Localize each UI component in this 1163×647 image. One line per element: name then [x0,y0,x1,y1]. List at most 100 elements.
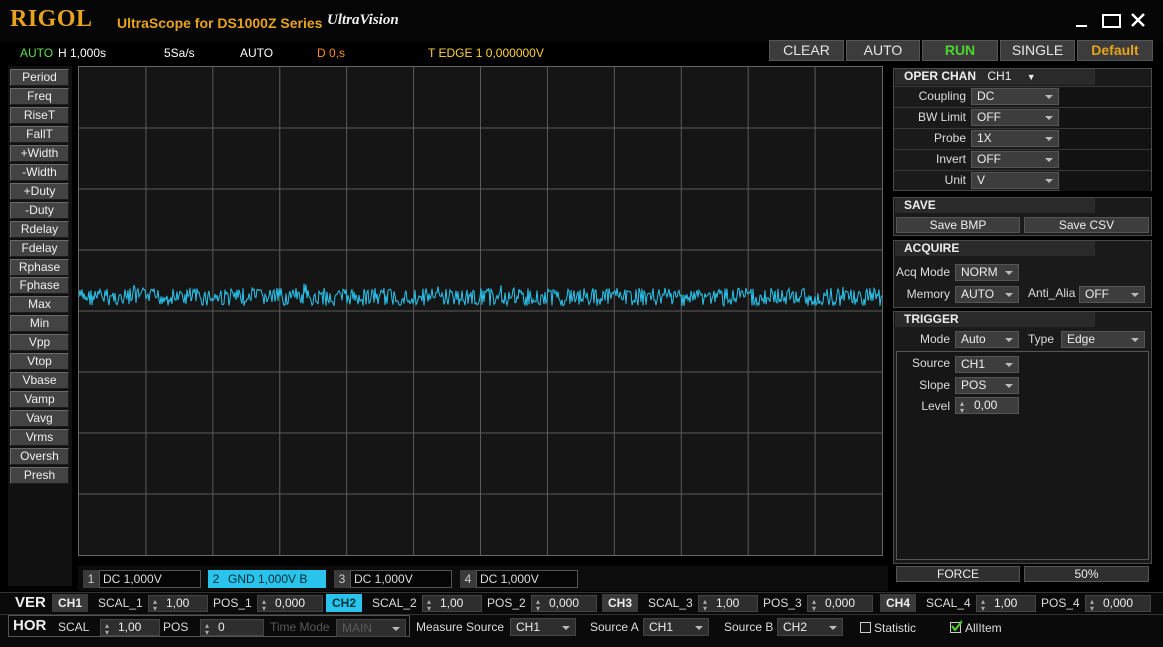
trigger-percent-button[interactable]: 50% [1024,566,1149,582]
measure-button-vpp[interactable]: Vpp [10,334,69,352]
waveform-grid [79,67,882,555]
hor-pos-stepper[interactable]: 0 [200,618,264,640]
default-button[interactable]: Default [1077,40,1153,61]
anti-alias-label: Anti_Alia [1028,286,1076,300]
ver-ch3-tag[interactable]: CH3 [602,594,638,612]
check-icon [951,620,962,631]
measure-source-label: Measure Source [416,620,505,634]
ver-ch2-pos-stepper[interactable]: 0,000 [531,594,597,616]
ver-ch2-scal-stepper[interactable]: 1,00 [422,594,482,616]
trigger-source-dropdown[interactable]: CH1 [955,356,1019,373]
measure-button-vbase[interactable]: Vbase [10,372,69,390]
channel-1-label[interactable]: DC 1,000V [99,570,201,588]
time-mode-dropdown[interactable]: MAIN [336,619,406,637]
channel-4-label[interactable]: DC 1,000V [476,570,578,588]
measure-button-rphase[interactable]: Rphase [10,258,69,276]
oper-coupling-dropdown[interactable]: DC [971,88,1059,105]
app-title: UltraScope for DS1000Z Series [117,15,323,31]
measure-button-fphase[interactable]: Fphase [10,277,69,295]
status-trigger: T EDGE 1 0,000000V [428,46,544,60]
chevron-down-icon[interactable]: ▼ [1027,72,1036,82]
measure-button-width[interactable]: +Width [10,144,69,162]
run-button[interactable]: RUN [922,40,998,61]
save-csv-button[interactable]: Save CSV [1024,217,1149,233]
memory-dropdown[interactable]: AUTO [955,286,1019,303]
single-button[interactable]: SINGLE [1000,40,1075,61]
trigger-source-label: Source [911,356,950,370]
measure-source-dropdown[interactable]: CH1 [510,618,576,636]
hor-scal-label: SCAL [58,620,90,634]
waveform-display[interactable] [78,66,883,556]
ver-ch4-scal-label: SCAL_4 [926,596,971,610]
channel-2-number[interactable]: 2 [208,570,224,588]
minimize-icon[interactable] [1069,10,1093,32]
save-bmp-button[interactable]: Save BMP [896,217,1020,233]
channel-4-number[interactable]: 4 [460,570,476,588]
measure-button-freq[interactable]: Freq [10,88,69,105]
hor-scal-stepper[interactable]: 1,00 [100,618,160,640]
channel-3-label[interactable]: DC 1,000V [350,570,452,588]
measure-button-fallt[interactable]: FallT [10,125,69,143]
oper-coupling-label: Coupling [918,89,966,103]
oper-invert-dropdown[interactable]: OFF [971,151,1059,168]
measure-button-fdelay[interactable]: Fdelay [10,239,69,257]
measure-button-vrms[interactable]: Vrms [10,429,69,447]
maximize-icon[interactable] [1100,10,1124,32]
memory-label: Memory [906,287,950,301]
oper-unit-dropdown[interactable]: V [971,172,1059,189]
status-delay: D 0,s [317,46,346,60]
trigger-type-label: Type [1028,332,1055,346]
force-button[interactable]: FORCE [896,566,1020,582]
measure-button-presh[interactable]: Presh [10,466,69,484]
ver-ch2-tag[interactable]: CH2 [326,594,362,612]
measure-button-width[interactable]: -Width [10,163,69,181]
ver-ch1-tag[interactable]: CH1 [52,594,88,612]
status-trigger-mode: AUTO [240,46,274,60]
oper-bwlimit-dropdown[interactable]: OFF [971,109,1059,126]
ver-ch1-pos-label: POS_1 [213,596,252,610]
allitem-checkbox[interactable] [950,620,962,633]
ver-ch4-tag[interactable]: CH4 [880,594,916,612]
auto-button[interactable]: AUTO [846,40,920,61]
channel-2-label[interactable]: GND 1,000V B [224,570,326,588]
statistic-checkbox[interactable] [860,622,871,633]
measure-button-duty[interactable]: -Duty [10,201,69,219]
source-b-dropdown[interactable]: CH2 [777,618,843,636]
acq-mode-dropdown[interactable]: NORM [955,264,1019,281]
source-a-dropdown[interactable]: CH1 [643,618,709,636]
oper-probe-dropdown[interactable]: 1X [971,130,1059,147]
hor-pos-label: POS [163,620,189,634]
trigger-mode-dropdown[interactable]: Auto [955,331,1019,348]
oper-chan-select[interactable]: CH1 [987,69,1011,83]
clear-button[interactable]: CLEAR [769,40,844,61]
channel-1-number[interactable]: 1 [83,570,99,588]
trigger-slope-label: Slope [919,378,950,392]
ultravision-logo: UltraVision [327,12,399,28]
close-icon[interactable] [1127,10,1151,32]
channel-3-number[interactable]: 3 [334,570,350,588]
ver-ch4-scal-stepper[interactable]: 1,00 [976,594,1036,616]
measure-button-vavg[interactable]: Vavg [10,410,69,428]
measure-button-period[interactable]: Period [10,69,69,86]
measure-button-min[interactable]: Min [10,315,69,333]
ver-ch1-scal-stepper[interactable]: 1,00 [148,594,208,616]
measure-button-rdelay[interactable]: Rdelay [10,220,69,238]
measure-button-vamp[interactable]: Vamp [10,391,69,409]
anti-alias-dropdown[interactable]: OFF [1079,286,1145,303]
trigger-type-dropdown[interactable]: Edge [1061,331,1145,348]
measure-button-vtop[interactable]: Vtop [10,353,69,371]
measure-button-riset[interactable]: RiseT [10,106,69,124]
oper-row-blank [1060,150,1151,170]
ver-ch3-pos-stepper[interactable]: 0,000 [807,594,873,616]
measure-button-oversh[interactable]: Oversh [10,448,69,465]
measure-button-max[interactable]: Max [10,296,69,314]
ver-ch3-scal-stepper[interactable]: 1,00 [698,594,758,616]
trigger-level-stepper[interactable]: 0,00 [955,396,1019,418]
ver-ch1-pos-stepper[interactable]: 0,000 [257,594,323,616]
trigger-slope-dropdown[interactable]: POS [955,377,1019,394]
status-mode: AUTO [20,46,54,60]
ver-ch4-pos-label: POS_4 [1041,596,1080,610]
oper-invert-label: Invert [935,152,966,166]
ver-ch4-pos-stepper[interactable]: 0,000 [1085,594,1151,616]
measure-button-duty[interactable]: +Duty [10,182,69,200]
